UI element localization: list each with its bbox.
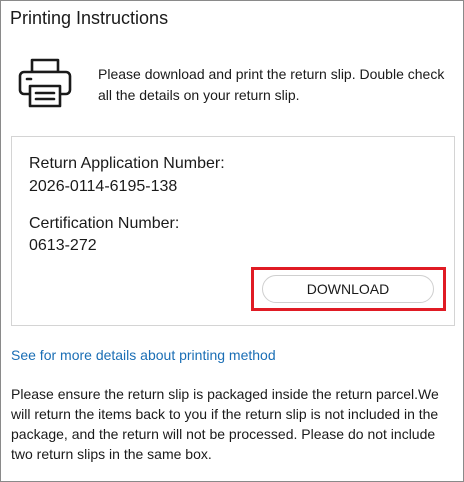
application-number-value: 2026-0114-6195-138: [29, 178, 178, 195]
printing-instructions-panel: Printing Instructions Please download an…: [0, 0, 464, 482]
page-title: Printing Instructions: [10, 8, 169, 28]
intro-text: Please download and print the return sli…: [98, 66, 445, 103]
download-highlight-box: DOWNLOAD: [251, 267, 446, 311]
printer-icon: [17, 58, 73, 108]
packaging-note: Please ensure the return slip is package…: [11, 386, 439, 462]
download-button[interactable]: DOWNLOAD: [262, 275, 434, 303]
return-details-card: Return Application Number: 2026-0114-619…: [11, 136, 455, 326]
certification-number-label: Certification Number:: [29, 215, 180, 232]
application-number-label: Return Application Number:: [29, 155, 225, 172]
printing-method-details-link[interactable]: See for more details about printing meth…: [11, 347, 276, 363]
certification-number-value: 0613-272: [29, 237, 97, 254]
